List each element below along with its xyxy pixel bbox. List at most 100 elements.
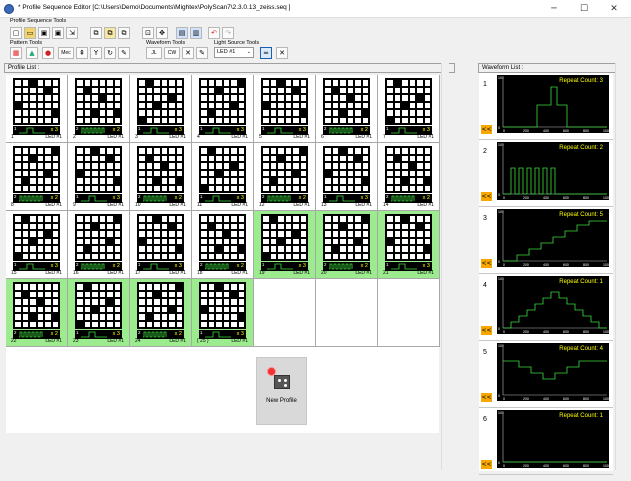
profile-card[interactable]: 2 x 2 8 LED #1 xyxy=(6,143,68,211)
new-file-icon[interactable]: ▢ xyxy=(10,27,22,39)
profile-card[interactable]: 1 x 3 19 LED #1 xyxy=(254,211,316,279)
profile-card[interactable]: 1 x 3 { 25 } LED #1 xyxy=(192,279,254,347)
waveform-number: 5 xyxy=(483,349,487,356)
copy-icon[interactable]: ⧉ xyxy=(90,27,102,39)
x-tick-label: 400 xyxy=(543,196,549,200)
pattern-thumbnail xyxy=(199,282,246,329)
pattern-cell xyxy=(394,80,400,86)
profile-card[interactable]: 2 x 2 12 LED #1 xyxy=(254,143,316,211)
profile-card[interactable]: 2 x 2 22 LED #1 xyxy=(6,279,68,347)
cw-button[interactable]: CW xyxy=(164,47,180,59)
pattern-cell xyxy=(347,155,353,161)
profile-light-source: LED #1 xyxy=(417,270,434,276)
pattern-cell xyxy=(52,95,58,101)
save-as-icon[interactable]: ▣ xyxy=(52,27,64,39)
waveform-item[interactable]: 5100002004006008001000Repeat Count: 4<< xyxy=(479,341,613,408)
profile-card[interactable]: 2 x 2 14 LED #1 xyxy=(378,143,440,211)
waveform-index: 1 xyxy=(200,126,203,131)
profile-card[interactable]: 1 x 3 7 LED #1 xyxy=(378,75,440,143)
pattern-cell xyxy=(340,178,346,184)
apply-waveform-button[interactable]: << xyxy=(481,393,492,402)
pattern-cell xyxy=(15,117,21,123)
redo-icon[interactable]: ↷ xyxy=(222,27,234,39)
waveform-list-scrollbar[interactable] xyxy=(615,63,623,470)
apply-waveform-button[interactable]: << xyxy=(481,259,492,268)
waveform-item[interactable]: 2100002004006008001000Repeat Count: 2<< xyxy=(479,140,613,207)
profile-list-scrollbar[interactable] xyxy=(441,63,449,470)
pulse-wave-button[interactable]: JL xyxy=(146,47,162,59)
pattern-cell xyxy=(99,178,105,184)
profile-card[interactable]: 2 x 2 16 LED #1 xyxy=(68,211,130,279)
profile-card[interactable]: 1 x 3 4 LED #1 xyxy=(192,75,254,143)
apply-waveform-button[interactable]: << xyxy=(481,192,492,201)
assign-source-icon[interactable]: ═ xyxy=(260,47,272,59)
profile-card[interactable]: 1 x 3 9 LED #1 xyxy=(68,143,130,211)
pencil-icon[interactable]: ✎ xyxy=(118,47,130,59)
image-pattern-icon[interactable]: ▲ xyxy=(26,47,38,59)
splitter-scrollbar[interactable] xyxy=(468,63,476,470)
profile-card[interactable]: 1 x 3 11 LED #1 xyxy=(192,143,254,211)
waveform-item[interactable]: 3100002004006008001000Repeat Count: 5<< xyxy=(479,207,613,274)
profile-card[interactable]: 1 x 3 21 LED #1 xyxy=(378,211,440,279)
arrow-up-icon[interactable]: ⇞ xyxy=(76,47,88,59)
profile-card[interactable]: 1 x 3 3 LED #1 xyxy=(130,75,192,143)
profile-card[interactable]: 2 x 2 10 LED #1 xyxy=(130,143,192,211)
app-icon xyxy=(4,4,14,14)
maximize-button[interactable]: ☐ xyxy=(570,1,598,17)
pattern-cell xyxy=(340,80,346,86)
save-icon[interactable]: ▣ xyxy=(38,27,50,39)
light-source-select[interactable]: LED #1 ⌄ xyxy=(214,47,254,58)
profile-card[interactable]: 2 x 2 24 LED #1 xyxy=(130,279,192,347)
export-icon[interactable]: ⇲ xyxy=(66,27,78,39)
waveform-item[interactable]: 6100002004006008001000Repeat Count: 1<< xyxy=(479,408,613,475)
pattern-cell xyxy=(176,291,182,297)
new-profile-button[interactable]: New Profile xyxy=(256,357,307,425)
profile-card[interactable]: 2 x 2 18 LED #1 xyxy=(192,211,254,279)
select-all-icon[interactable]: ▤ xyxy=(176,27,188,39)
waveform-item[interactable]: 1100002004006008001000Repeat Count: 3<< xyxy=(479,73,613,140)
move-icon[interactable]: ✥ xyxy=(156,27,168,39)
profile-card[interactable]: 2 x 2 2 LED #1 xyxy=(68,75,130,143)
pattern-tools-label: Pattern Tools xyxy=(10,40,43,46)
pattern-cell xyxy=(355,110,361,116)
profile-card[interactable]: 1 x 3 15 LED #1 xyxy=(6,211,68,279)
duplicate-icon[interactable]: ⧉ xyxy=(118,27,130,39)
insert-icon[interactable]: ⊡ xyxy=(142,27,154,39)
apply-waveform-button[interactable]: << xyxy=(481,326,492,335)
profile-card[interactable]: 2 x 2 20 LED #1 xyxy=(316,211,378,279)
paste-icon[interactable]: ⧉ xyxy=(104,27,116,39)
pattern-cell xyxy=(15,223,21,229)
profile-number: 24 xyxy=(135,338,141,344)
merge-icon[interactable]: Y xyxy=(90,47,102,59)
spots-pattern-icon[interactable]: ● xyxy=(42,47,54,59)
profile-card[interactable]: 1 x 3 17 LED #1 xyxy=(130,211,192,279)
close-button[interactable]: ✕ xyxy=(600,1,628,17)
pattern-cell xyxy=(387,148,393,154)
apply-waveform-button[interactable]: << xyxy=(481,125,492,134)
pattern-cell xyxy=(325,223,331,229)
profile-card[interactable]: 1 x 3 23 LED #1 xyxy=(68,279,130,347)
undo-icon[interactable]: ↶ xyxy=(208,27,220,39)
deselect-icon[interactable]: ▥ xyxy=(190,27,202,39)
profile-card[interactable]: 1 x 3 13 LED #1 xyxy=(316,143,378,211)
plot-axes xyxy=(502,280,607,329)
mec-button[interactable]: Mec xyxy=(58,47,74,59)
pattern-cell xyxy=(92,185,98,191)
edit-waveform-icon[interactable]: ✎ xyxy=(196,47,208,59)
pattern-cell xyxy=(216,163,222,169)
pattern-cell xyxy=(52,314,58,320)
apply-waveform-button[interactable]: << xyxy=(481,460,492,469)
pattern-cell xyxy=(417,117,423,123)
profile-card[interactable]: 2 x 2 6 LED #1 xyxy=(316,75,378,143)
pattern-cell xyxy=(231,87,237,93)
minimize-button[interactable]: ─ xyxy=(540,1,568,17)
profile-card[interactable]: 1 x 3 1 LED #1 xyxy=(6,75,68,143)
open-folder-icon[interactable]: ▭ xyxy=(24,27,36,39)
delete-waveform-icon[interactable]: ✕ xyxy=(182,47,194,59)
profile-card[interactable]: 1 x 3 5 LED #1 xyxy=(254,75,316,143)
rotate-icon[interactable]: ↻ xyxy=(104,47,116,59)
clear-source-icon[interactable]: ✕ xyxy=(276,47,288,59)
waveform-item[interactable]: 4100002004006008001000Repeat Count: 1<< xyxy=(479,274,613,341)
pattern-cell xyxy=(216,253,222,259)
grid-pattern-icon[interactable]: ▦ xyxy=(10,47,22,59)
